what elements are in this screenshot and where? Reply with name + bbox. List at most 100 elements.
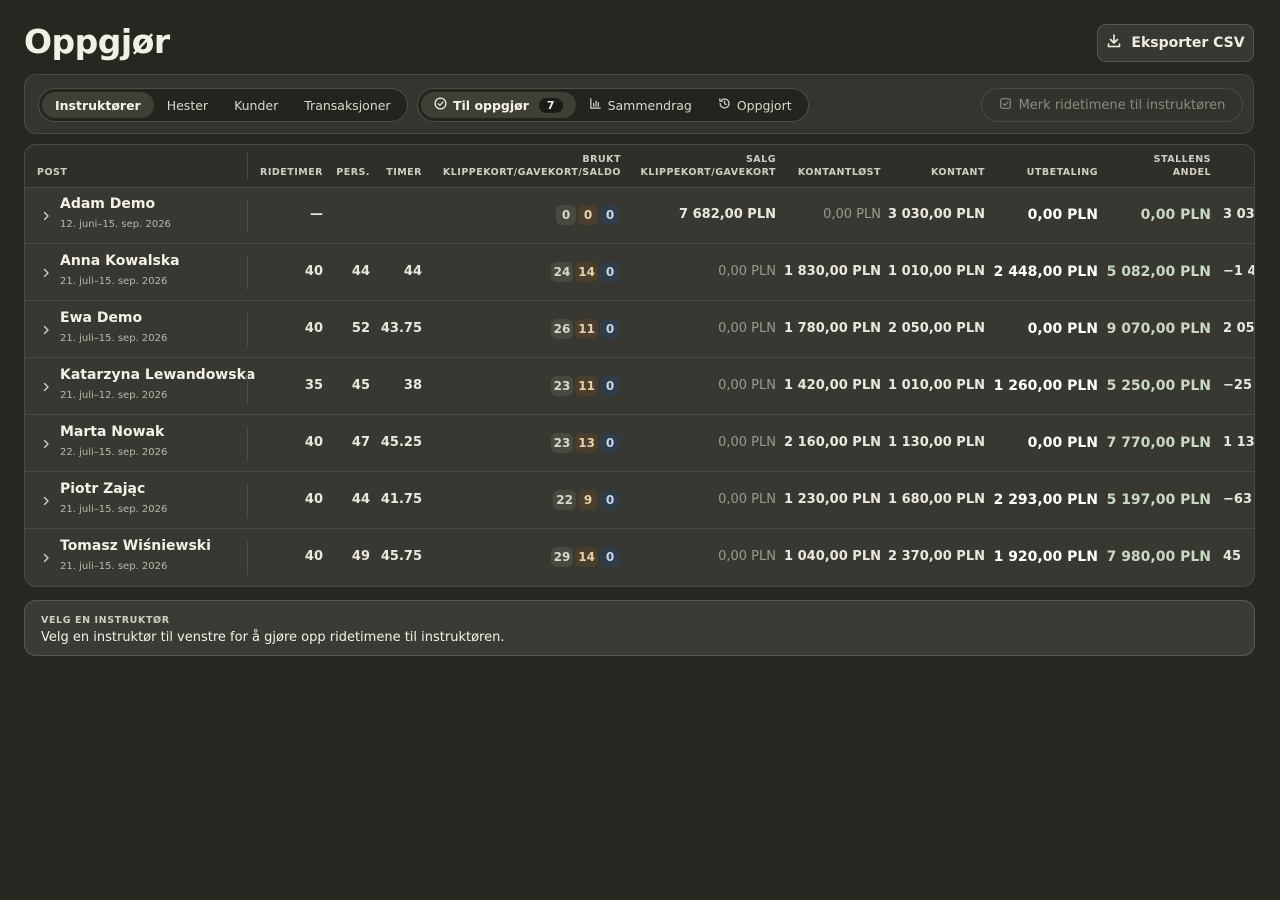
table-header: POST RIDETIMER PERS. TIMER BRUKT KLIPPEK… <box>25 145 1254 188</box>
tab-hester[interactable]: Hester <box>154 92 221 118</box>
cell-truncated: 3 03 <box>1223 207 1255 222</box>
instructor-period: 21. juli–15. sep. 2026 <box>60 333 168 344</box>
info-label: VELG EN INSTRUKTØR <box>41 615 170 626</box>
mark-lessons-label: Merk ridetimene til instruktøren <box>1018 97 1226 113</box>
table-row[interactable]: Katarzyna Lewandowska 21. juli–12. sep. 2… <box>25 358 1254 415</box>
cell-kontant: 1 680,00 PLN <box>888 492 985 507</box>
cell-kontant: 2 050,00 PLN <box>888 321 985 336</box>
row-divider <box>247 256 248 290</box>
cell-utbetaling: 0,00 PLN <box>1027 435 1098 451</box>
chevron-right-icon[interactable] <box>40 208 52 222</box>
cell-timer: 43.75 <box>380 321 422 336</box>
checkbox-icon <box>999 97 1012 114</box>
entity-tabs: Instruktører Hester Kunder Transaksjoner <box>38 88 408 122</box>
col-utbetaling[interactable]: UTBETALING <box>1027 166 1098 179</box>
gavekort-badge: 0 <box>578 205 598 225</box>
cell-pers: 44 <box>351 492 370 507</box>
view-til-oppgjor[interactable]: Til oppgjør 7 <box>421 92 576 118</box>
col-kontantlost[interactable]: KONTANTLØST <box>798 166 881 179</box>
chevron-right-icon[interactable] <box>40 550 52 564</box>
klippekort-badge: 23 <box>550 376 574 396</box>
col-ridetimer[interactable]: RIDETIMER <box>260 166 323 179</box>
instructor-name: Marta Nowak <box>60 424 165 440</box>
tab-transaksjoner[interactable]: Transaksjoner <box>291 92 403 118</box>
history-icon <box>718 97 731 113</box>
toolbar: Instruktører Hester Kunder Transaksjoner… <box>24 74 1254 134</box>
table-row[interactable]: Ewa Demo 21. juli–15. sep. 2026 40 52 43.75 2… <box>25 301 1254 358</box>
download-icon <box>1106 33 1122 53</box>
cell-ridetimer: 40 <box>304 492 323 507</box>
cell-truncated: −1 43 <box>1223 264 1254 279</box>
header-divider <box>247 153 248 179</box>
klippekort-badge: 0 <box>556 205 576 225</box>
col-brukt[interactable]: BRUKT KLIPPEKORT/GAVEKORT/SALDO <box>443 153 621 179</box>
saldo-badge: 0 <box>600 205 620 225</box>
cell-pers: 52 <box>351 321 370 336</box>
saldo-badge: 0 <box>600 376 620 396</box>
cell-pers: 45 <box>351 378 370 393</box>
col-timer[interactable]: TIMER <box>386 166 422 179</box>
export-csv-button[interactable]: Eksporter CSV <box>1097 24 1254 62</box>
cell-pers: 44 <box>351 264 370 279</box>
cell-truncated: −63 <box>1223 492 1252 507</box>
cell-kontantlost: 1 230,00 PLN <box>784 492 881 507</box>
chevron-right-icon[interactable] <box>40 322 52 336</box>
cell-brukt: 000 <box>556 205 620 225</box>
chevron-right-icon[interactable] <box>40 379 52 393</box>
view-tabs: Til oppgjør 7 Sammendrag Oppgjort <box>417 88 809 122</box>
cell-truncated: 1 13 <box>1223 435 1255 450</box>
page-title: Oppgjør <box>24 22 170 61</box>
cell-timer: 45.25 <box>380 435 422 450</box>
cell-kontant: 1 010,00 PLN <box>888 378 985 393</box>
instructor-name: Adam Demo <box>60 196 156 212</box>
instructor-period: 22. juli–15. sep. 2026 <box>60 447 168 458</box>
col-salg-line2: KLIPPEKORT/GAVEKORT <box>640 167 776 178</box>
table-row[interactable]: Piotr Zając 21. juli–15. sep. 2026 40 44 41.… <box>25 472 1254 529</box>
row-divider <box>247 427 248 461</box>
col-stallens-andel[interactable]: STALLENS ANDEL <box>1154 153 1211 179</box>
table-row[interactable]: Adam Demo 12. juni–15. sep. 2026—0 0 0 7 682… <box>25 187 1254 244</box>
cell-brukt: 22 9 0 <box>553 490 620 510</box>
col-salg[interactable]: SALG KLIPPEKORT/GAVEKORT <box>641 153 776 179</box>
col-pers[interactable]: PERS. <box>336 166 370 179</box>
cell-stallens-andel: 7 770,00 PLN <box>1106 435 1211 451</box>
table-row[interactable]: Anna Kowalska 21. juli–15. sep. 2026 40 44 4… <box>25 244 1254 301</box>
row-divider <box>247 199 248 233</box>
cell-ridetimer: 40 <box>304 549 323 564</box>
cell-brukt: 26 11 0 <box>550 319 620 339</box>
cell-kontantlost: 1 040,00 PLN <box>784 549 881 564</box>
table-row[interactable]: Marta Nowak 22. juli–15. sep. 2026 40 47 45.… <box>25 415 1254 472</box>
row-divider <box>247 541 248 575</box>
instructor-period: 21. juli–15. sep. 2026 <box>60 504 168 515</box>
instructor-name: Katarzyna Lewandowska <box>60 367 256 383</box>
chevron-right-icon[interactable] <box>40 436 52 450</box>
instructor-period: 21. juli–12. sep. 2026 <box>60 390 168 401</box>
col-post[interactable]: POST <box>37 166 67 179</box>
table-row[interactable]: Tomasz Wiśniewski 21. juli–15. sep. 2026 4… <box>25 529 1254 586</box>
view-oppgjort[interactable]: Oppgjort <box>705 92 805 118</box>
saldo-badge: 0 <box>600 547 620 567</box>
tab-kunder[interactable]: Kunder <box>221 92 291 118</box>
cell-truncated: 2 05 <box>1223 321 1255 336</box>
cell-pers: 49 <box>351 549 370 564</box>
cell-kontantlost: 1 780,00 PLN <box>784 321 881 336</box>
cell-ridetimer: 35 <box>304 378 323 393</box>
cell-pers: 47 <box>351 435 370 450</box>
cell-kontantlost: 1 420,00 PLN <box>784 378 881 393</box>
saldo-badge: 0 <box>600 433 620 453</box>
col-kontant[interactable]: KONTANT <box>931 166 985 179</box>
mark-lessons-button[interactable]: Merk ridetimene til instruktøren <box>981 88 1243 122</box>
view-sammendrag[interactable]: Sammendrag <box>576 92 705 118</box>
row-divider <box>247 484 248 518</box>
cell-ridetimer: 40 <box>304 264 323 279</box>
chevron-right-icon[interactable] <box>40 493 52 507</box>
cell-stallens-andel: 5 250,00 PLN <box>1106 378 1211 394</box>
chevron-right-icon[interactable] <box>40 265 52 279</box>
cell-utbetaling: 2 448,00 PLN <box>993 264 1098 280</box>
cell-timer: 44 <box>403 264 422 279</box>
cell-kontant: 1 130,00 PLN <box>888 435 985 450</box>
instructor-name: Piotr Zając <box>60 481 146 497</box>
cell-salg: 0,00 PLN <box>718 378 776 393</box>
tab-instruktorer[interactable]: Instruktører <box>42 92 154 118</box>
cell-stallens-andel: 0,00 PLN <box>1140 207 1211 223</box>
